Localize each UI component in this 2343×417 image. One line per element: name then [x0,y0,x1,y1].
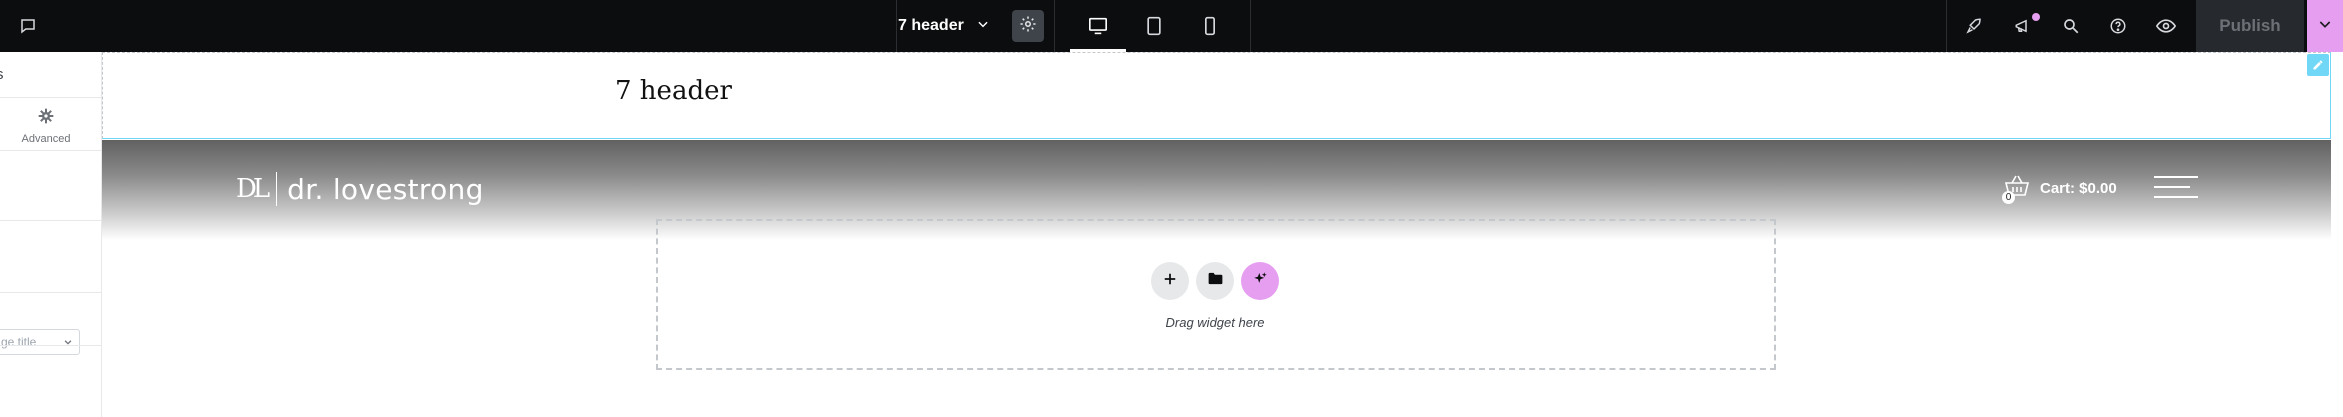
help-icon[interactable] [2104,0,2132,52]
drag-widget-hint: Drag widget here [1165,315,1265,330]
megaphone-icon[interactable] [2009,0,2037,52]
chat-bubble-icon[interactable] [14,0,42,52]
gear-icon [38,108,54,128]
page-settings-button[interactable] [1012,10,1044,42]
page-title-section[interactable] [102,52,2331,139]
sparkle-icon [1253,271,1268,291]
add-section-button[interactable] [1151,262,1189,300]
ai-generate-button[interactable] [1241,262,1279,300]
logo-divider [276,172,278,206]
document-title-dropdown[interactable]: 7 header [898,0,990,52]
document-title: 7 header [898,17,964,34]
mobile-icon[interactable] [1182,0,1238,52]
cart-count-badge: 0 [2002,191,2015,204]
chevron-down-icon [2317,16,2333,37]
cart-total: Cart: $0.00 [2040,179,2117,197]
chevron-down-icon [63,336,73,350]
tab-advanced-label: Advanced [21,133,71,145]
cart-widget[interactable]: Cart: $0.00 [2004,174,2117,202]
tablet-icon[interactable] [1126,0,1182,52]
page-title[interactable]: 7 header [615,76,732,106]
rocket-icon[interactable] [1960,0,1988,52]
gear-icon [1019,15,1037,38]
site-logo[interactable]: DL dr. lovestrong [236,172,484,206]
preview-eye-icon[interactable] [2152,0,2180,52]
edit-pencil-icon[interactable] [2307,54,2329,76]
html-tag-select[interactable]: ge title [0,329,80,355]
folder-icon [1208,272,1223,290]
hamburger-menu-icon[interactable] [2154,176,2198,200]
tab-advanced[interactable]: Advanced [10,108,82,145]
chevron-down-icon [976,17,990,36]
logo-monogram: DL [236,174,270,204]
logo-text: dr. lovestrong [287,172,484,206]
panel-header-title: s [0,66,4,83]
search-icon[interactable] [2057,0,2085,52]
plus-icon [1163,272,1177,291]
publish-options-button[interactable] [2307,0,2343,52]
add-template-button[interactable] [1196,262,1234,300]
desktop-icon[interactable] [1070,0,1126,52]
editor-left-panel: s Advanced ge title [0,52,102,417]
html-tag-select-value: ge title [1,335,37,349]
notification-dot [2032,13,2040,21]
editor-top-bar: 7 header Publish [0,0,2343,52]
publish-button[interactable]: Publish [2196,0,2304,52]
